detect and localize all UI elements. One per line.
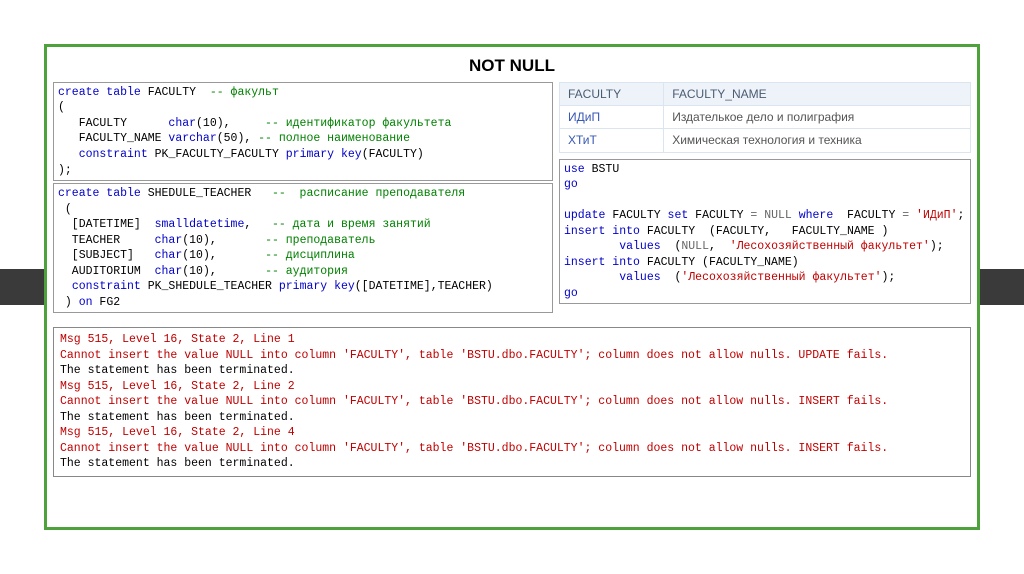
error-terminated: The statement has been terminated.: [60, 411, 295, 424]
top-row: create table FACULTY -- факульт ( FACULT…: [53, 82, 971, 313]
error-text: Cannot insert the value NULL into column…: [60, 442, 888, 455]
table-row: ИДиП Издателькое дело и полиграфия: [560, 106, 971, 129]
error-msg: Msg 515, Level 16, State 2, Line 2: [60, 380, 295, 393]
error-msg: Msg 515, Level 16, State 2, Line 4: [60, 426, 295, 439]
create-faculty-code: create table FACULTY -- факульт ( FACULT…: [53, 82, 553, 181]
col-faculty-name: FACULTY_NAME: [664, 82, 971, 105]
update-insert-code: use BSTU go update FACULTY set FACULTY =…: [559, 159, 971, 305]
error-text: Cannot insert the value NULL into column…: [60, 395, 888, 408]
table-header: FACULTY FACULTY_NAME: [560, 82, 971, 105]
create-shedule-code: create table SHEDULE_TEACHER -- расписан…: [53, 183, 553, 313]
error-terminated: The statement has been terminated.: [60, 457, 295, 470]
col-faculty: FACULTY: [560, 82, 664, 105]
right-column: FACULTY FACULTY_NAME ИДиП Издателькое де…: [559, 82, 971, 313]
error-output: Msg 515, Level 16, State 2, Line 1 Canno…: [53, 327, 971, 477]
error-terminated: The statement has been terminated.: [60, 364, 295, 377]
error-msg: Msg 515, Level 16, State 2, Line 1: [60, 333, 295, 346]
table-row: ХТиТ Химическая технология и техника: [560, 129, 971, 152]
page-title: NOT NULL: [53, 55, 971, 78]
faculty-result-table: FACULTY FACULTY_NAME ИДиП Издателькое де…: [559, 82, 971, 153]
left-column: create table FACULTY -- факульт ( FACULT…: [53, 82, 553, 313]
error-text: Cannot insert the value NULL into column…: [60, 349, 888, 362]
slide-frame: NOT NULL create table FACULTY -- факульт…: [44, 44, 980, 530]
